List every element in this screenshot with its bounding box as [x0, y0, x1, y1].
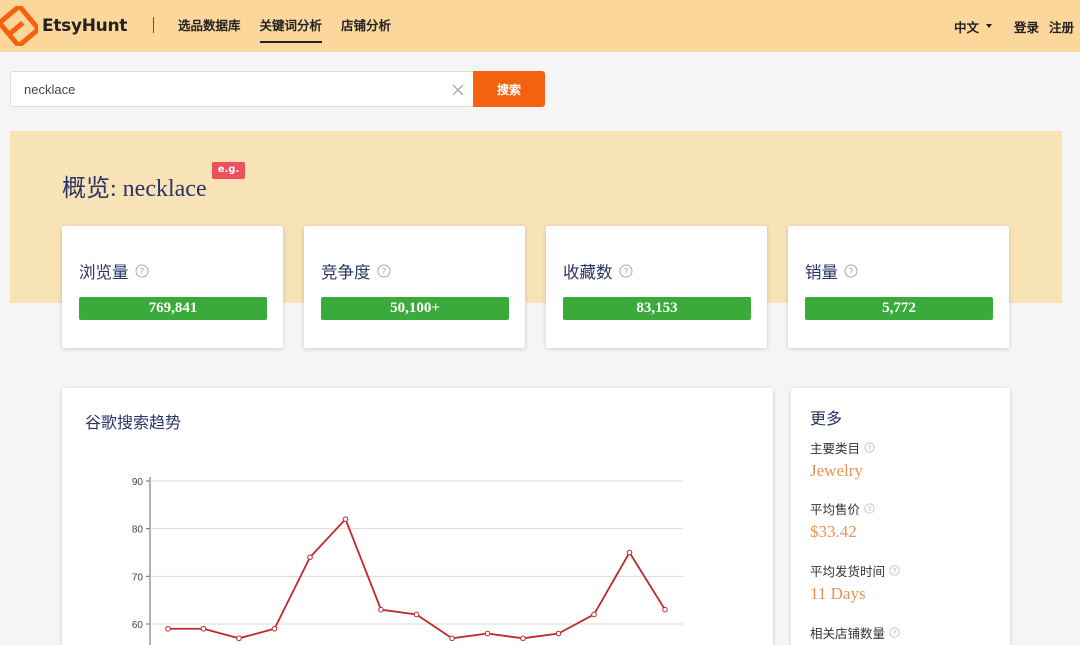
more-title: 更多 — [810, 411, 843, 428]
more-item-avg-price: 平均售价 ? $33.42 — [810, 499, 875, 542]
search-trend-panel: 谷歌搜索趋势 60 70 80 90 — [62, 388, 773, 645]
nav-shop-analysis[interactable]: 店铺分析 — [341, 0, 391, 52]
y-tick-label: 70 — [132, 572, 144, 583]
search-input[interactable] — [11, 72, 441, 106]
stat-label-text: 竞争度 — [321, 263, 371, 282]
data-point — [307, 554, 313, 561]
stat-value-favorites: 83,153 — [563, 297, 751, 320]
more-label: 相关店铺数量 ? — [810, 623, 900, 642]
more-item-category: 主要类目 ? Jewelry — [810, 438, 875, 481]
svg-text:?: ? — [849, 267, 854, 277]
caret-down-icon — [985, 24, 992, 28]
stat-card-sales: 销量 ? 5,772 — [788, 226, 1009, 348]
register-link[interactable]: 注册 — [1049, 17, 1074, 36]
overview-title: 概览: necklace — [62, 176, 207, 202]
svg-text:?: ? — [623, 267, 628, 277]
stat-label-favorites: 收藏数 ? — [563, 259, 633, 283]
data-point — [484, 630, 491, 637]
stat-value-views: 769,841 — [79, 297, 267, 320]
y-tick-label: 90 — [132, 477, 144, 488]
brand-name: EtsyHunt — [42, 16, 128, 36]
data-point — [413, 611, 420, 618]
logo[interactable]: EtsyHunt — [0, 6, 150, 46]
stat-value-sales: 5,772 — [805, 297, 993, 320]
svg-text:?: ? — [868, 443, 872, 452]
svg-text:?: ? — [893, 628, 897, 637]
stat-value-competition: 50,100+ — [321, 297, 509, 320]
data-point — [449, 635, 455, 642]
more-value: 11 Days — [810, 584, 866, 603]
language-label: 中文 — [953, 19, 979, 35]
more-info-panel: 更多 主要类目 ? Jewelry 平均售价 ? $33.42 平均发货时间 ?… — [791, 388, 1010, 645]
stat-card-competition: 竞争度 ? 50,100+ — [304, 226, 525, 348]
top-header: EtsyHunt 选品数据库 关键词分析 店铺分析 中文 登录 注册 — [0, 0, 1080, 52]
header-actions: 中文 登录 注册 — [954, 0, 1074, 52]
data-point — [165, 625, 171, 632]
more-value: Jewelry — [810, 461, 863, 480]
more-value: $33.42 — [810, 522, 857, 541]
stat-label-sales: 销量 ? — [805, 259, 858, 283]
data-point — [271, 625, 278, 632]
data-point — [236, 635, 242, 642]
series-line — [168, 517, 666, 640]
data-point — [200, 625, 207, 632]
svg-text:?: ? — [139, 267, 144, 277]
more-label-text: 相关店铺数量 — [810, 627, 886, 641]
trend-line-chart: 60 70 80 90 — [132, 477, 683, 645]
help-icon[interactable]: ? — [864, 442, 875, 453]
etsyhunt-logo-icon — [0, 6, 38, 46]
help-icon[interactable]: ? — [889, 627, 900, 638]
svg-text:?: ? — [868, 504, 872, 513]
data-point — [662, 606, 668, 613]
example-badge: e.g. — [212, 162, 245, 179]
more-label: 平均售价 ? — [810, 499, 875, 518]
help-icon[interactable]: ? — [135, 264, 149, 278]
stat-label-competition: 竞争度 ? — [321, 259, 391, 283]
more-label: 平均发货时间 ? — [810, 561, 900, 580]
stat-card-views: 浏览量 ? 769,841 — [62, 226, 283, 348]
help-icon[interactable]: ? — [619, 264, 633, 278]
more-label-text: 主要类目 — [810, 442, 861, 456]
data-point — [626, 549, 633, 556]
more-item-related-shops: 相关店铺数量 ? — [810, 623, 900, 645]
more-item-avg-shipping: 平均发货时间 ? 11 Days — [810, 561, 900, 604]
svg-text:?: ? — [381, 267, 386, 277]
data-point — [555, 630, 562, 637]
help-icon[interactable]: ? — [844, 264, 858, 278]
y-tick-label: 60 — [132, 620, 144, 631]
data-point — [378, 606, 384, 613]
data-point — [591, 611, 597, 618]
nav-product-database[interactable]: 选品数据库 — [178, 0, 241, 52]
stat-card-favorites: 收藏数 ? 83,153 — [546, 226, 767, 348]
login-link[interactable]: 登录 — [1014, 17, 1039, 36]
nav-keyword-analysis[interactable]: 关键词分析 — [259, 0, 322, 52]
y-tick-label: 80 — [132, 525, 144, 536]
stat-label-text: 销量 — [805, 263, 838, 282]
stat-label-text: 收藏数 — [563, 263, 613, 282]
main-nav: 选品数据库 关键词分析 店铺分析 — [178, 0, 410, 52]
clear-icon[interactable] — [451, 83, 465, 97]
data-point — [342, 516, 349, 522]
help-icon[interactable]: ? — [864, 503, 875, 514]
help-icon[interactable]: ? — [377, 264, 391, 278]
help-icon[interactable]: ? — [889, 565, 900, 576]
data-point — [520, 635, 526, 642]
more-label-text: 平均发货时间 — [810, 565, 886, 579]
stat-label-text: 浏览量 — [79, 263, 129, 282]
nav-divider — [153, 17, 154, 33]
stat-label-views: 浏览量 ? — [79, 259, 149, 283]
search-button[interactable]: 搜索 — [473, 71, 545, 107]
language-selector[interactable]: 中文 — [954, 17, 992, 36]
search-box — [10, 71, 473, 107]
svg-text:?: ? — [893, 566, 897, 575]
more-label-text: 平均售价 — [810, 503, 861, 517]
more-label: 主要类目 ? — [810, 438, 875, 457]
